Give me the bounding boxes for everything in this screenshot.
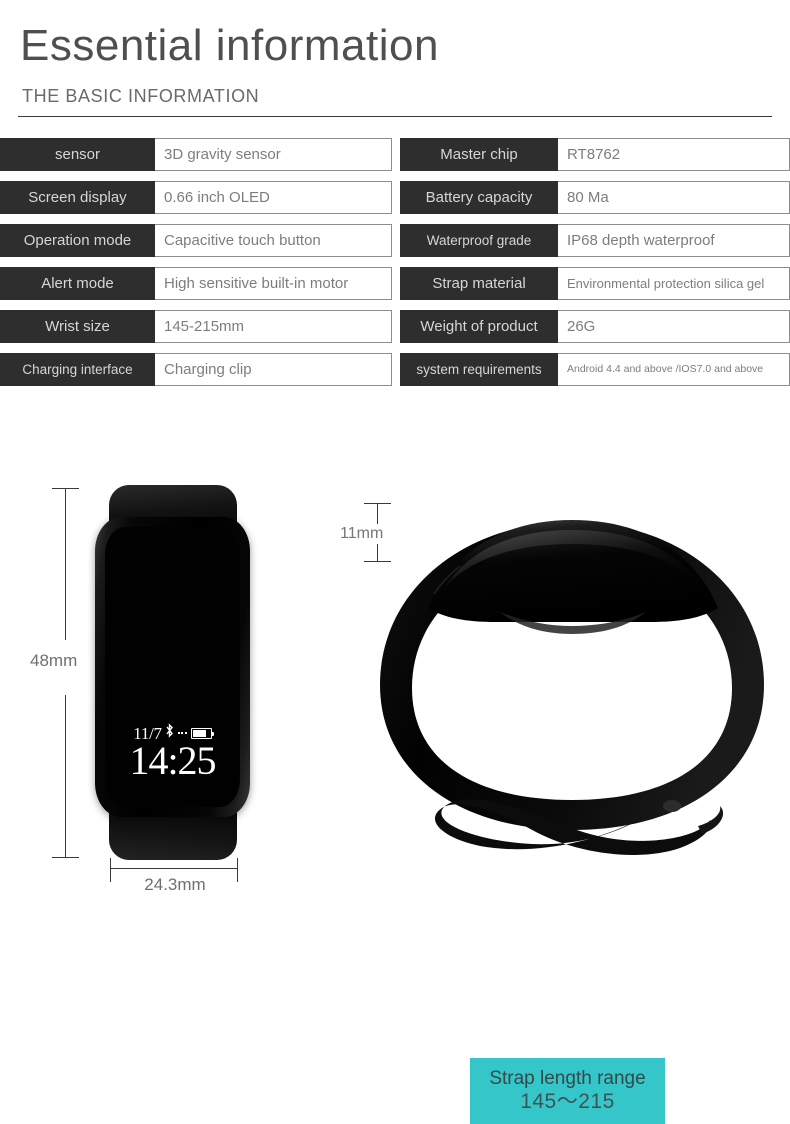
- spec-value: 26G: [558, 310, 790, 343]
- table-row: Master chip RT8762: [400, 138, 790, 171]
- dimension-width: 24.3mm: [95, 858, 255, 908]
- table-row: Weight of product 26G: [400, 310, 790, 343]
- strap-length-callout: Strap length range 145～215: [470, 1058, 665, 1124]
- spec-label: sensor: [0, 138, 155, 171]
- spec-label: Screen display: [0, 181, 155, 214]
- table-row: Wrist size 145-215mm: [0, 310, 392, 343]
- strap-callout-range: 145～215: [520, 1089, 615, 1113]
- watch-face: 11/7 14:25: [105, 527, 240, 807]
- tracker-front-view: 11/7 14:25: [95, 485, 250, 860]
- tracker-screen: 11/7 14:25: [105, 527, 240, 807]
- signal-dots-icon: [177, 732, 187, 734]
- dimension-line: [110, 868, 237, 869]
- spec-value: RT8762: [558, 138, 790, 171]
- spec-value: Android 4.4 and above /IOS7.0 and above: [558, 353, 790, 386]
- table-row: system requirements Android 4.4 and abov…: [400, 353, 790, 386]
- table-row: sensor 3D gravity sensor: [0, 138, 392, 171]
- spec-label: Operation mode: [0, 224, 155, 257]
- spec-value: Capacitive touch button: [155, 224, 392, 257]
- spec-label: Waterproof grade: [400, 224, 558, 257]
- spec-value: High sensitive built-in motor: [155, 267, 392, 300]
- bracelet-side-view: [350, 470, 790, 890]
- table-row: Operation mode Capacitive touch button: [0, 224, 392, 257]
- table-row: Screen display 0.66 inch OLED: [0, 181, 392, 214]
- page-subtitle: THE BASIC INFORMATION: [22, 86, 260, 106]
- watch-time: 14:25: [129, 738, 216, 783]
- bracelet-illustration: [380, 520, 764, 855]
- table-row: Strap material Environmental protection …: [400, 267, 790, 300]
- dimension-line-upper: [65, 488, 66, 640]
- spec-value: 80 Ma: [558, 181, 790, 214]
- product-figure-area: 48mm 11/7 14:25 24.3mm 11mm Strap length…: [0, 410, 790, 1124]
- spec-value: 0.66 inch OLED: [155, 181, 392, 214]
- spec-label: Battery capacity: [400, 181, 558, 214]
- bracelet-tail-tip: [698, 806, 724, 834]
- spec-table-right: Master chip RT8762 Battery capacity 80 M…: [400, 138, 790, 396]
- header-divider: [18, 116, 772, 117]
- spec-label: Strap material: [400, 267, 558, 300]
- table-row: Alert mode High sensitive built-in motor: [0, 267, 392, 300]
- spec-label: Master chip: [400, 138, 558, 171]
- page-header: Essential information THE BASIC INFORMAT…: [0, 0, 790, 130]
- spec-value: IP68 depth waterproof: [558, 224, 790, 257]
- table-row: Waterproof grade IP68 depth waterproof: [400, 224, 790, 257]
- dimension-tick-bottom: [52, 857, 79, 858]
- table-row: Battery capacity 80 Ma: [400, 181, 790, 214]
- dimension-line-lower: [65, 695, 66, 857]
- spec-value: Environmental protection silica gel: [558, 267, 790, 300]
- strap-callout-title: Strap length range: [489, 1068, 646, 1089]
- spec-label: Wrist size: [0, 310, 155, 343]
- spec-value: 145-215mm: [155, 310, 392, 343]
- page-title: Essential information: [20, 21, 439, 70]
- battery-icon: [190, 727, 215, 739]
- spec-value: Charging clip: [155, 353, 392, 386]
- spec-label: Weight of product: [400, 310, 558, 343]
- bracelet-buckle-pin: [663, 800, 681, 812]
- spec-label: system requirements: [400, 353, 558, 386]
- tracker-body: 11/7 14:25: [95, 517, 250, 817]
- spec-table-left: sensor 3D gravity sensor Screen display …: [0, 138, 392, 396]
- spec-label: Alert mode: [0, 267, 155, 300]
- spec-value: 3D gravity sensor: [155, 138, 392, 171]
- battery-fill: [192, 729, 206, 737]
- spec-label: Charging interface: [0, 353, 155, 386]
- table-row: Charging interface Charging clip: [0, 353, 392, 386]
- dimension-width-label: 24.3mm: [144, 875, 206, 894]
